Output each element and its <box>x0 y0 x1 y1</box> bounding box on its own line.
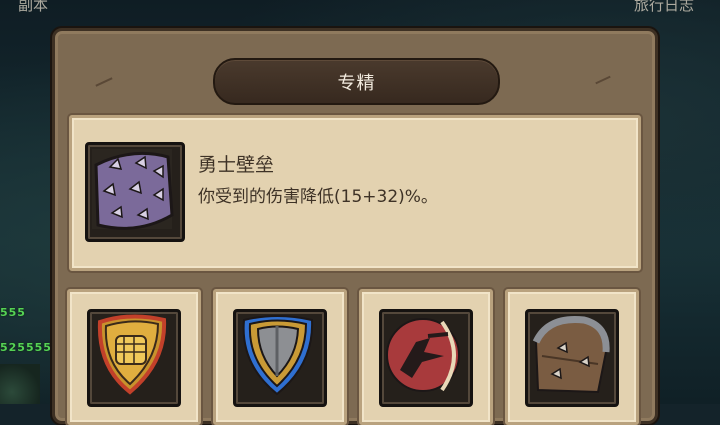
skill-description: 你受到的伤害降低(15+32)%。 <box>198 187 438 207</box>
damage-number: 555 <box>0 306 26 319</box>
damage-number: 525555 <box>0 341 52 354</box>
kite-shield-icon <box>242 315 314 396</box>
panel-scratch <box>595 75 611 85</box>
skill-name: 勇士壁垒 <box>198 154 275 176</box>
skill-slot-4[interactable] <box>505 289 639 425</box>
skill-slot-icon-frame <box>525 309 619 407</box>
selected-skill-icon-frame <box>85 142 185 242</box>
dialog-title: 专精 <box>337 72 376 94</box>
spiked-shield-icon <box>92 149 174 230</box>
skill-info-card: 勇士壁垒 你受到的伤害降低(15+32)%。 <box>69 115 641 271</box>
skill-slot-icon-frame <box>379 309 473 407</box>
skill-slot-icon-frame <box>233 309 327 407</box>
dungeon-tab-label[interactable]: 副本 <box>18 0 48 15</box>
specialization-dialog: 专精 勇士壁垒 你受到的伤害降低(15+32)%。 <box>52 28 658 425</box>
skill-slot-2[interactable] <box>213 289 347 425</box>
skill-slot-icon-frame <box>87 309 181 407</box>
travel-log-tab-label[interactable]: 旅行日志 <box>634 0 694 15</box>
dialog-title-bar: 专精 <box>213 58 500 105</box>
tree-decoration <box>0 364 40 404</box>
fist-shield-icon <box>97 314 167 395</box>
spiked-round-shield-icon <box>532 315 610 394</box>
skill-slot-1[interactable] <box>67 289 201 425</box>
skill-slot-3[interactable] <box>359 289 493 425</box>
panel-scratch <box>95 77 113 87</box>
warrior-charge-icon <box>386 318 460 392</box>
